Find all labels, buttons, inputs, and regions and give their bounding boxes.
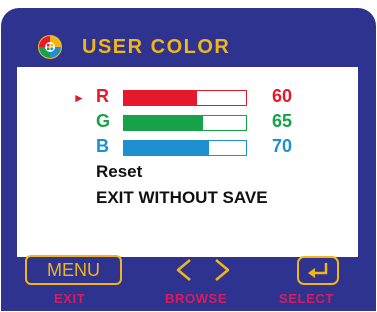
red-level-bar[interactable] (123, 90, 247, 106)
browse-button[interactable] (170, 255, 236, 285)
red-level-fill (124, 91, 198, 105)
exit-label: EXIT (54, 291, 86, 306)
channel-row-red[interactable]: ► R 60 (17, 86, 358, 110)
channel-row-blue[interactable]: B 70 (17, 136, 358, 160)
channel-row-green[interactable]: G 65 (17, 111, 358, 135)
green-value: 65 (272, 111, 293, 131)
green-level-fill (124, 116, 204, 130)
blue-level-bar[interactable] (123, 140, 247, 156)
menu-button-label: MENU (47, 259, 100, 280)
color-palette-icon (36, 33, 64, 61)
channel-label: G (96, 111, 111, 131)
enter-return-icon (296, 256, 340, 289)
red-value: 60 (272, 86, 293, 106)
title-bar: USER COLOR (36, 32, 356, 62)
reset-item[interactable]: Reset (96, 162, 142, 182)
menu-button[interactable]: MENU (25, 255, 122, 285)
exit-without-save-item[interactable]: EXIT WITHOUT SAVE (96, 188, 268, 208)
select-button[interactable] (296, 255, 340, 285)
selection-pointer-icon: ► (73, 91, 85, 105)
channel-label: B (96, 136, 109, 156)
browse-label: BROWSE (165, 291, 228, 306)
channel-label: R (96, 86, 109, 106)
page-title: USER COLOR (82, 35, 231, 58)
settings-panel: ► R 60 G 65 B 70 Reset EXIT WITHOUT SAVE (17, 67, 358, 257)
green-level-bar[interactable] (123, 115, 247, 131)
left-right-arrows-icon (170, 259, 236, 289)
blue-value: 70 (272, 136, 293, 156)
select-label: SELECT (279, 291, 334, 306)
blue-level-fill (124, 141, 210, 155)
